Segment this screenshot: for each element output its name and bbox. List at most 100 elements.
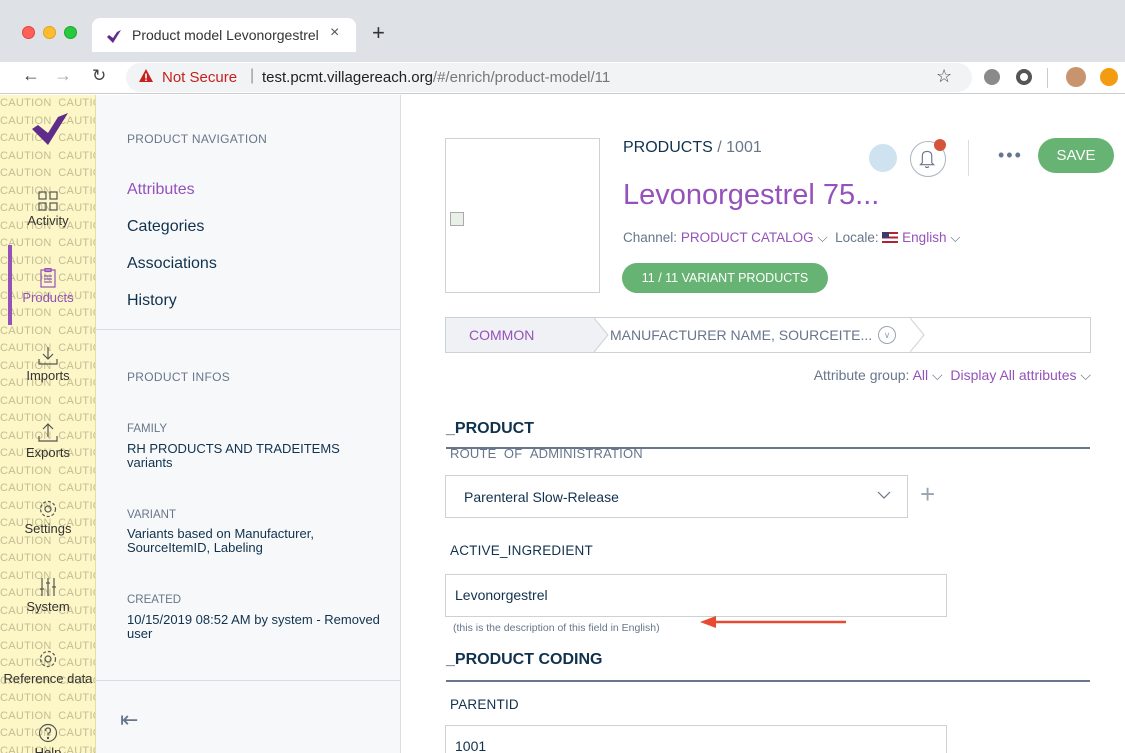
active-ingredient-input[interactable]: Levonorgestrel <box>445 574 947 617</box>
breadcrumb-products[interactable]: PRODUCTS <box>623 139 713 156</box>
profile-avatar[interactable] <box>1066 67 1086 87</box>
url-text: test.pcmt.villagereach.org/#/enrich/prod… <box>262 69 610 86</box>
product-image[interactable] <box>445 138 600 293</box>
context-switcher: Channel: PRODUCT CATALOG ⌵ Locale: Engli… <box>623 230 960 246</box>
menu-item-system[interactable]: System <box>0 577 95 637</box>
url-host: test.pcmt.villagereach.org <box>262 69 433 86</box>
tab-close-icon[interactable]: × <box>330 24 339 42</box>
product-infos-heading: PRODUCT INFOS <box>127 370 231 384</box>
nav-link-associations[interactable]: Associations <box>127 255 217 273</box>
step-chevron <box>910 318 925 352</box>
attribute-filters: Attribute group: All ⌵ Display All attri… <box>814 367 1091 384</box>
gear-icon <box>39 650 57 668</box>
menu-item-reference-data[interactable]: Reference data <box>0 649 95 709</box>
url-separator: | <box>250 67 255 84</box>
attribute-group-title: _PRODUCT <box>446 420 535 437</box>
menu-label: Exports <box>25 445 71 460</box>
breadcrumb-separator: / <box>717 139 722 156</box>
us-flag-icon <box>882 232 899 243</box>
locale-dropdown[interactable]: English <box>902 230 946 245</box>
url-path: /#/enrich/product-model/11 <box>432 69 611 86</box>
menu-label: System <box>26 599 70 614</box>
more-actions-button[interactable]: ••• <box>998 145 1023 166</box>
minimize-window-button[interactable] <box>43 26 56 39</box>
nav-link-history[interactable]: History <box>127 292 177 310</box>
menu-item-products[interactable]: Products <box>0 268 95 328</box>
extension-icon[interactable] <box>1100 68 1118 86</box>
step-manufacturer[interactable]: MANUFACTURER NAME, SOURCEITE... <box>610 318 872 352</box>
product-navigation-heading: PRODUCT NAVIGATION <box>127 132 268 146</box>
attribute-group-title: _PRODUCT CODING <box>446 651 603 668</box>
channel-label: Channel: <box>623 230 678 245</box>
variant-products-badge[interactable]: 11 / 11 VARIANT PRODUCTS <box>622 263 828 293</box>
parentid-input[interactable]: 1001 <box>445 725 947 753</box>
chevron-down-icon: ⌵ <box>1080 367 1091 383</box>
divider <box>96 329 401 330</box>
new-tab-button[interactable]: + <box>372 20 385 46</box>
group-underline <box>446 680 1090 682</box>
extension-icon[interactable] <box>984 69 1000 85</box>
export-icon <box>38 423 58 442</box>
family-label: FAMILY <box>127 423 168 435</box>
help-icon <box>38 723 58 743</box>
step-common[interactable]: COMMON <box>446 318 596 352</box>
add-option-icon[interactable]: + <box>920 479 935 510</box>
import-icon <box>38 347 58 365</box>
user-avatar[interactable] <box>867 142 899 174</box>
save-button[interactable]: SAVE <box>1038 138 1114 173</box>
menu-label: Settings <box>24 521 72 536</box>
route-select[interactable]: Parenteral Slow-Release <box>445 475 908 518</box>
chevron-down-icon: ⌵ <box>950 230 961 245</box>
warning-icon <box>139 69 153 82</box>
variant-axis-navigation: COMMON MANUFACTURER NAME, SOURCEITE... ∨ <box>445 317 1091 353</box>
menu-item-activity[interactable]: Activity <box>0 191 95 251</box>
address-bar[interactable]: Not Secure | test.pcmt.villagereach.org/… <box>126 63 972 92</box>
browser-tab-bar: Product model Levonorgestrel × + <box>0 0 1125 62</box>
chevron-down-icon: ⌵ <box>932 367 947 383</box>
forward-icon[interactable]: → <box>54 65 72 86</box>
channel-dropdown[interactable]: PRODUCT CATALOG <box>681 230 814 245</box>
menu-item-help[interactable]: Help <box>0 723 95 753</box>
display-attributes-dropdown[interactable]: Display All attributes <box>950 367 1076 383</box>
product-navigation-panel: PRODUCT NAVIGATION Attributes Categories… <box>96 95 401 753</box>
sliders-icon <box>40 578 56 596</box>
chevron-down-icon[interactable]: ∨ <box>878 326 896 344</box>
breadcrumb-id: 1001 <box>726 139 762 156</box>
menu-label: Reference data <box>3 671 93 686</box>
chevron-down-icon <box>877 491 891 499</box>
breadcrumb: PRODUCTS / 1001 <box>623 139 762 157</box>
menu-item-exports[interactable]: Exports <box>0 423 95 483</box>
product-edit-main: PRODUCTS / 1001 Levonorgestrel 75... Cha… <box>402 95 1125 753</box>
broken-image-icon <box>450 212 464 226</box>
main-menu-rail: CAUTION CAUTION CAUTION CAUTION CAUTION … <box>0 95 96 753</box>
menu-label: Products <box>22 290 74 305</box>
created-value: 10/15/2019 08:52 AM by system - Removed … <box>127 612 380 641</box>
route-select-value: Parenteral Slow-Release <box>464 489 619 505</box>
browser-tab[interactable]: Product model Levonorgestrel × <box>92 18 356 52</box>
not-secure-label: Not Secure <box>162 69 238 86</box>
field-label-route: ROUTE_OF_ADMINISTRATION <box>450 446 643 459</box>
toolbar-divider <box>1047 68 1048 88</box>
gear-icon <box>39 500 57 518</box>
menu-item-imports[interactable]: Imports <box>0 346 95 406</box>
akeneo-logo-icon[interactable] <box>30 111 70 147</box>
close-window-button[interactable] <box>22 26 35 39</box>
page-title: Levonorgestrel 75... <box>623 179 880 211</box>
chevron-down-icon: ⌵ <box>817 230 832 245</box>
variant-value: Variants based on Manufacturer, SourceIt… <box>127 526 314 555</box>
extension-icon[interactable] <box>1016 69 1032 85</box>
divider <box>96 680 401 681</box>
nav-link-categories[interactable]: Categories <box>127 218 204 236</box>
tab-title: Product model Levonorgestrel <box>132 27 319 43</box>
collapse-panel-icon[interactable]: ⇤ <box>120 707 138 733</box>
divider <box>968 140 969 176</box>
field-label-active-ingredient: ACTIVE_INGREDIENT <box>450 543 593 558</box>
nav-link-attributes[interactable]: Attributes <box>127 181 195 199</box>
maximize-window-button[interactable] <box>64 26 77 39</box>
locale-label: Locale: <box>835 230 879 245</box>
back-icon[interactable]: ← <box>22 65 40 86</box>
menu-item-settings[interactable]: Settings <box>0 499 95 559</box>
attribute-group-dropdown[interactable]: All <box>913 367 929 383</box>
reload-icon[interactable]: ↻ <box>92 66 106 86</box>
bookmark-star-icon[interactable]: ☆ <box>936 66 952 87</box>
